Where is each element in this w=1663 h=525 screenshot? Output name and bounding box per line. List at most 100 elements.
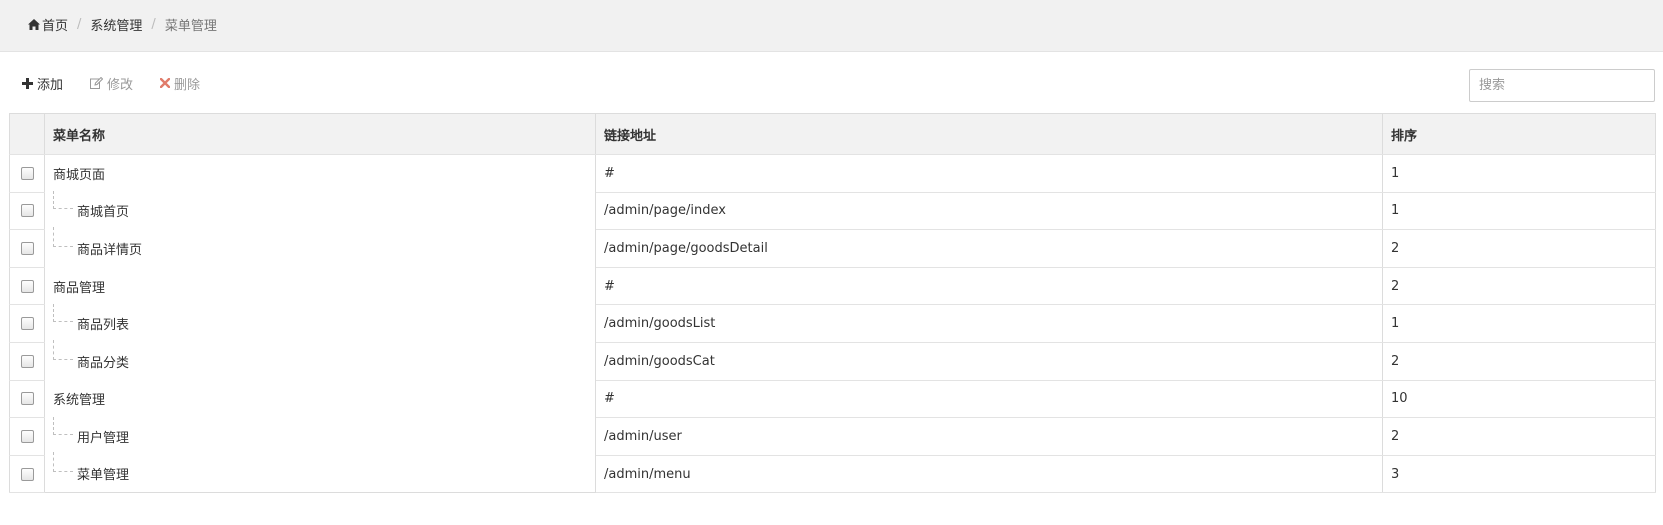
tree-connector-line bbox=[53, 339, 73, 360]
menu-table: 菜单名称 链接地址 排序 商城页面 #1 商城首页/admin/page/index… bbox=[9, 113, 1656, 494]
edit-button-label: 修改 bbox=[107, 77, 134, 93]
row-checkbox[interactable] bbox=[20, 204, 34, 218]
menu-name: 商品列表 bbox=[77, 318, 130, 334]
column-header-name[interactable]: 菜单名称 bbox=[44, 113, 596, 155]
row-checkbox[interactable] bbox=[20, 429, 34, 443]
column-header-url[interactable]: 链接地址 bbox=[595, 113, 1383, 155]
breadcrumb-separator: / bbox=[151, 17, 156, 32]
menu-name: 菜单管理 bbox=[77, 468, 130, 484]
row-checkbox-cell bbox=[9, 192, 45, 231]
menu-order-cell: 1 bbox=[1382, 304, 1656, 343]
table-row[interactable]: 菜单管理/admin/menu 3 bbox=[9, 452, 1656, 494]
table-row[interactable]: 用户管理/admin/user 2 bbox=[9, 416, 1656, 456]
menu-name-cell: 商品列表 bbox=[44, 304, 596, 343]
toolbar: 添加 修改 删除 bbox=[0, 52, 1663, 108]
menu-name: 系统管理 bbox=[53, 393, 106, 409]
table-header-row: 菜单名称 链接地址 排序 bbox=[9, 113, 1656, 155]
menu-order-cell: 1 bbox=[1382, 154, 1656, 193]
menu-url-cell: /admin/user bbox=[595, 417, 1383, 456]
menu-url-cell: /admin/page/goodsDetail bbox=[595, 229, 1383, 268]
row-checkbox-cell bbox=[9, 455, 45, 494]
menu-name: 商城首页 bbox=[77, 205, 130, 221]
menu-name: 商品详情页 bbox=[77, 242, 143, 258]
tree-connector-line bbox=[53, 304, 73, 323]
header-checkbox-cell bbox=[9, 113, 45, 155]
tree-child-item: 用户管理 bbox=[53, 416, 130, 446]
menu-name-cell: 商城首页 bbox=[44, 191, 596, 230]
breadcrumb-separator: / bbox=[77, 17, 82, 32]
row-checkbox-cell bbox=[9, 342, 45, 381]
row-checkbox[interactable] bbox=[20, 166, 34, 180]
tree-connector-line bbox=[53, 452, 73, 473]
menu-name-cell: 商城页面 bbox=[44, 154, 596, 193]
menu-url-cell: /admin/goodsCat bbox=[595, 342, 1383, 381]
delete-button-label: 删除 bbox=[174, 77, 201, 93]
menu-order-cell: 2 bbox=[1382, 267, 1656, 306]
table-row[interactable]: 商品分类/admin/goodsCat 2 bbox=[9, 339, 1656, 381]
menu-name-cell: 菜单管理 bbox=[44, 452, 596, 493]
tree-child-item: 商城首页 bbox=[53, 191, 130, 221]
row-checkbox[interactable] bbox=[20, 241, 34, 255]
tree-connector-line bbox=[53, 226, 73, 247]
add-button-label: 添加 bbox=[37, 77, 64, 93]
menu-url-cell: # bbox=[595, 267, 1383, 306]
table-row[interactable]: 商品详情页/admin/page/goodsDetail 2 bbox=[9, 226, 1656, 268]
table-row[interactable]: 商城页面 #1 bbox=[9, 154, 1656, 193]
edit-button[interactable]: 修改 bbox=[90, 74, 134, 93]
row-checkbox-cell bbox=[9, 380, 45, 419]
edit-icon bbox=[90, 77, 103, 89]
menu-url-cell: /admin/page/index bbox=[595, 192, 1383, 231]
row-checkbox-cell bbox=[9, 417, 45, 456]
tree-connector-line bbox=[53, 416, 73, 435]
table-row[interactable]: 商城首页/admin/page/index 1 bbox=[9, 191, 1656, 231]
column-header-order[interactable]: 排序 bbox=[1382, 113, 1656, 155]
delete-button[interactable]: 删除 bbox=[160, 74, 201, 93]
menu-order-cell: 2 bbox=[1382, 342, 1656, 381]
search-input[interactable] bbox=[1469, 69, 1655, 102]
menu-url-cell: # bbox=[595, 380, 1383, 419]
close-icon bbox=[160, 78, 170, 88]
breadcrumb-bar: 首页 / 系统管理 / 菜单管理 bbox=[0, 0, 1663, 52]
menu-url-cell: /admin/goodsList bbox=[595, 304, 1383, 343]
table-body: 商城页面 #1 商城首页/admin/page/index 1 商品详情页/admin/… bbox=[9, 154, 1656, 494]
row-checkbox-cell bbox=[9, 267, 45, 306]
menu-name: 商品管理 bbox=[53, 280, 106, 296]
add-button[interactable]: 添加 bbox=[22, 74, 64, 93]
table-row[interactable]: 商品管理 #2 bbox=[9, 267, 1656, 306]
menu-name-cell: 用户管理 bbox=[44, 416, 596, 456]
tree-child-item: 菜单管理 bbox=[53, 452, 130, 484]
row-checkbox-cell bbox=[9, 229, 45, 268]
tree-child-item: 商品列表 bbox=[53, 304, 130, 334]
menu-name-cell: 系统管理 bbox=[44, 380, 596, 418]
row-checkbox[interactable] bbox=[20, 467, 34, 481]
menu-name-cell: 商品分类 bbox=[44, 339, 596, 381]
breadcrumb-section-link[interactable]: 系统管理 bbox=[90, 15, 142, 34]
menu-name: 商品分类 bbox=[77, 355, 130, 371]
table-row[interactable]: 系统管理 #10 bbox=[9, 380, 1656, 419]
breadcrumb-current: 菜单管理 bbox=[164, 19, 217, 34]
row-checkbox[interactable] bbox=[20, 392, 34, 406]
breadcrumb-home-label: 首页 bbox=[42, 19, 69, 34]
tree-child-item: 商品详情页 bbox=[53, 226, 143, 258]
row-checkbox[interactable] bbox=[20, 317, 34, 331]
breadcrumb: 首页 / 系统管理 / 菜单管理 bbox=[28, 15, 217, 34]
plus-icon bbox=[22, 77, 33, 89]
menu-url-cell: # bbox=[595, 154, 1383, 193]
table-row[interactable]: 商品列表/admin/goodsList 1 bbox=[9, 304, 1656, 343]
menu-order-cell: 2 bbox=[1382, 229, 1656, 268]
menu-order-cell: 2 bbox=[1382, 417, 1656, 456]
tree-connector-line bbox=[53, 191, 73, 210]
menu-name-cell: 商品详情页 bbox=[44, 226, 596, 268]
breadcrumb-home-link[interactable]: 首页 bbox=[28, 15, 68, 34]
menu-url-cell: /admin/menu bbox=[595, 455, 1383, 494]
menu-order-cell: 1 bbox=[1382, 192, 1656, 231]
menu-name-cell: 商品管理 bbox=[44, 267, 596, 305]
menu-order-cell: 3 bbox=[1382, 455, 1656, 494]
row-checkbox-cell bbox=[9, 304, 45, 343]
menu-order-cell: 10 bbox=[1382, 380, 1656, 419]
home-icon bbox=[28, 19, 40, 30]
tree-child-item: 商品分类 bbox=[53, 339, 130, 371]
menu-name: 用户管理 bbox=[77, 430, 130, 446]
row-checkbox[interactable] bbox=[20, 279, 34, 293]
row-checkbox[interactable] bbox=[20, 354, 34, 368]
